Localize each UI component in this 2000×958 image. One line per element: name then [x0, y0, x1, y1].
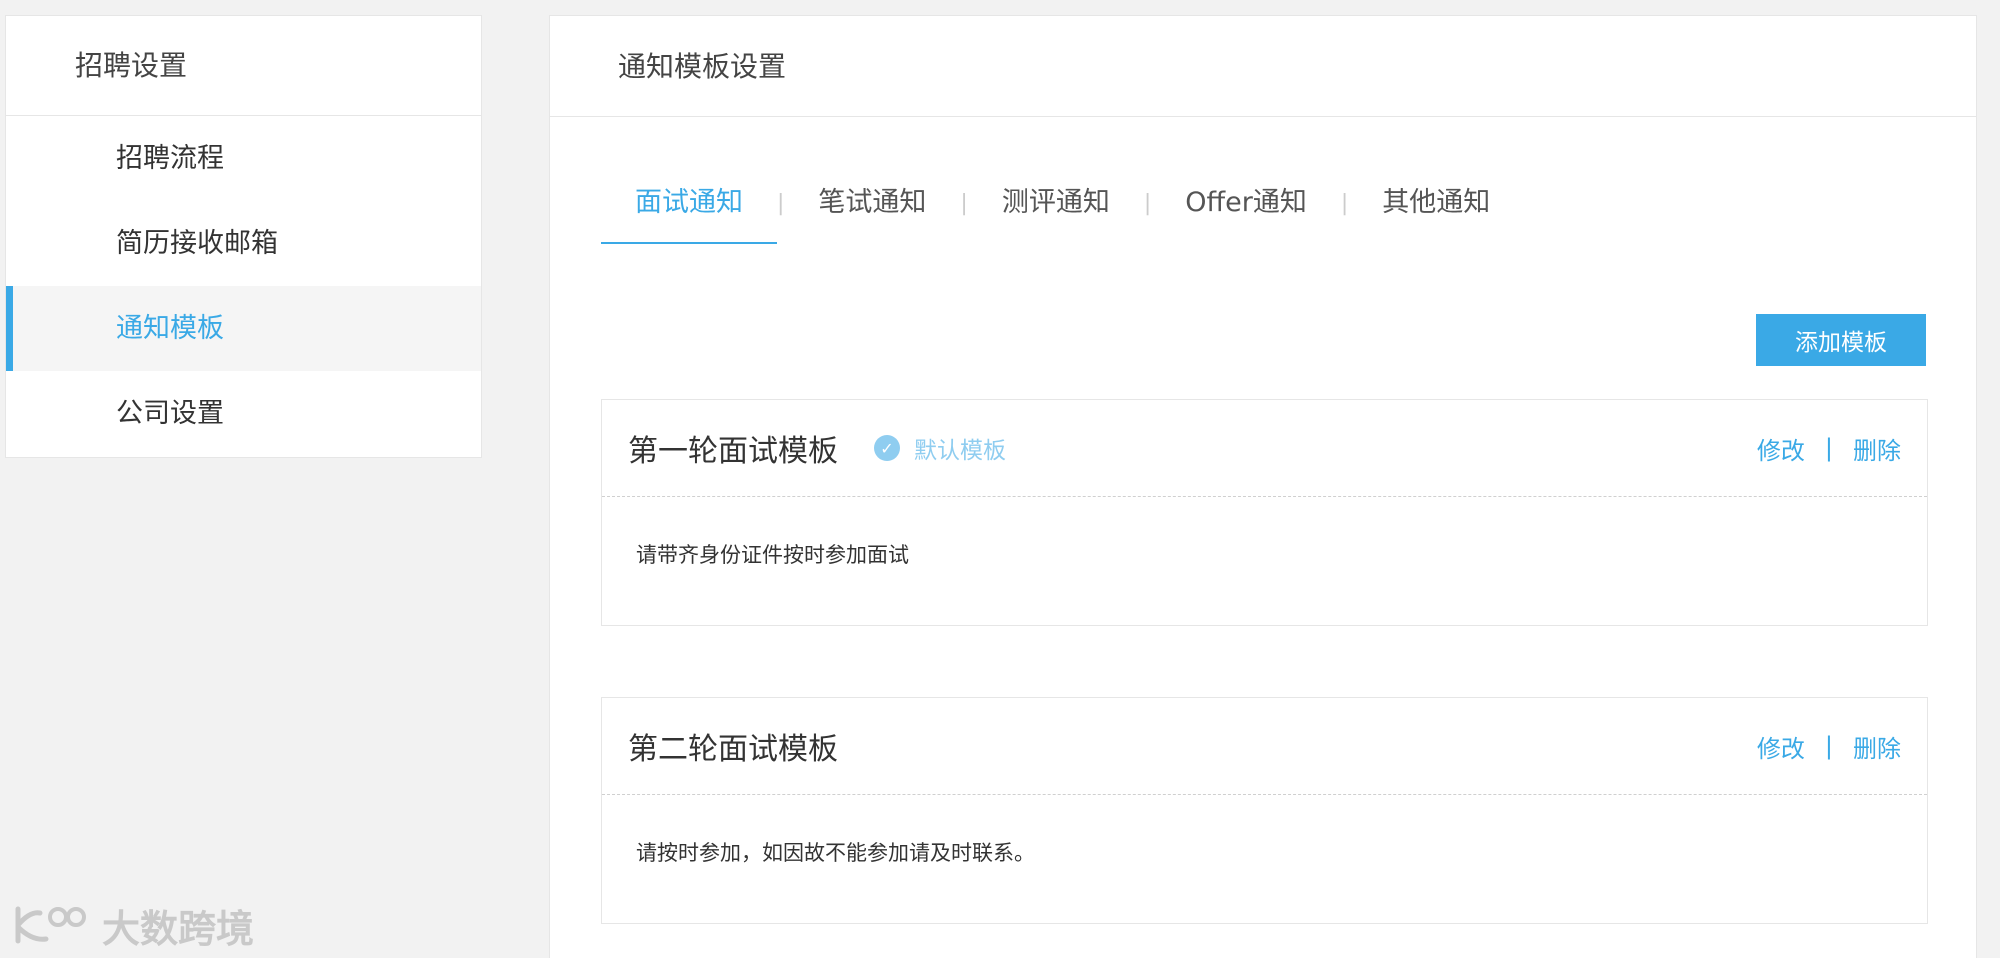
template-actions: 修改 | 删除	[1757, 431, 1901, 466]
tab-separator: |	[1143, 191, 1152, 216]
template-card-header: 第一轮面试模板 ✓ 默认模板 修改 | 删除	[602, 400, 1927, 497]
edit-link[interactable]: 修改	[1757, 729, 1805, 764]
sidebar-title: 招聘设置	[6, 16, 481, 116]
sidebar: 招聘设置 招聘流程 简历接收邮箱 通知模板 公司设置	[5, 15, 482, 458]
tab-other-notice[interactable]: 其他通知	[1348, 168, 1524, 244]
tab-bar: 面试通知 | 笔试通知 | 测评通知 | Offer通知 | 其他通知	[601, 168, 1524, 244]
edit-link[interactable]: 修改	[1757, 431, 1805, 466]
sidebar-item-company-settings[interactable]: 公司设置	[6, 371, 481, 456]
sidebar-item-resume-email[interactable]: 简历接收邮箱	[6, 201, 481, 286]
add-template-button[interactable]: 添加模板	[1756, 314, 1926, 366]
template-card: 第一轮面试模板 ✓ 默认模板 修改 | 删除 请带齐身份证件按时参加面试	[601, 399, 1928, 626]
sidebar-item-notification-template[interactable]: 通知模板	[6, 286, 481, 371]
template-body: 请按时参加，如因故不能参加请及时联系。	[636, 841, 1035, 865]
tab-separator: |	[960, 191, 968, 216]
delete-link[interactable]: 删除	[1853, 729, 1901, 764]
default-badge-label: 默认模板	[914, 438, 1006, 464]
template-card: 第二轮面试模板 修改 | 删除 请按时参加，如因故不能参加请及时联系。	[601, 697, 1928, 924]
action-separator: |	[1824, 732, 1833, 760]
default-badge: ✓ 默认模板	[874, 431, 1006, 465]
template-title: 第二轮面试模板	[628, 732, 838, 767]
template-body: 请带齐身份证件按时参加面试	[636, 543, 909, 567]
watermark-logo-icon	[15, 906, 86, 943]
sidebar-item-recruitment-process[interactable]: 招聘流程	[6, 116, 481, 201]
page-title: 通知模板设置	[550, 16, 1976, 117]
template-actions: 修改 | 删除	[1757, 729, 1901, 764]
action-separator: |	[1824, 434, 1833, 462]
tab-separator: |	[1340, 191, 1349, 216]
tab-assessment-notice[interactable]: 测评通知	[968, 168, 1144, 244]
tab-written-test-notice[interactable]: 笔试通知	[784, 168, 960, 244]
watermark: 大数跨境	[12, 898, 254, 953]
delete-link[interactable]: 删除	[1853, 431, 1901, 466]
watermark-text: 大数跨境	[102, 907, 255, 951]
tab-interview-notice[interactable]: 面试通知	[601, 168, 777, 244]
page: 招聘设置 招聘流程 简历接收邮箱 通知模板 公司设置 通知模板设置 面试通知 |…	[0, 0, 2000, 958]
template-card-header: 第二轮面试模板 修改 | 删除	[602, 698, 1927, 795]
tab-separator: |	[777, 191, 785, 216]
template-title: 第一轮面试模板	[628, 434, 838, 469]
main-panel: 通知模板设置 面试通知 | 笔试通知 | 测评通知 | Offer通知 | 其他…	[549, 15, 1977, 958]
check-circle-icon: ✓	[874, 435, 900, 461]
tab-offer-notice[interactable]: Offer通知	[1151, 168, 1341, 244]
